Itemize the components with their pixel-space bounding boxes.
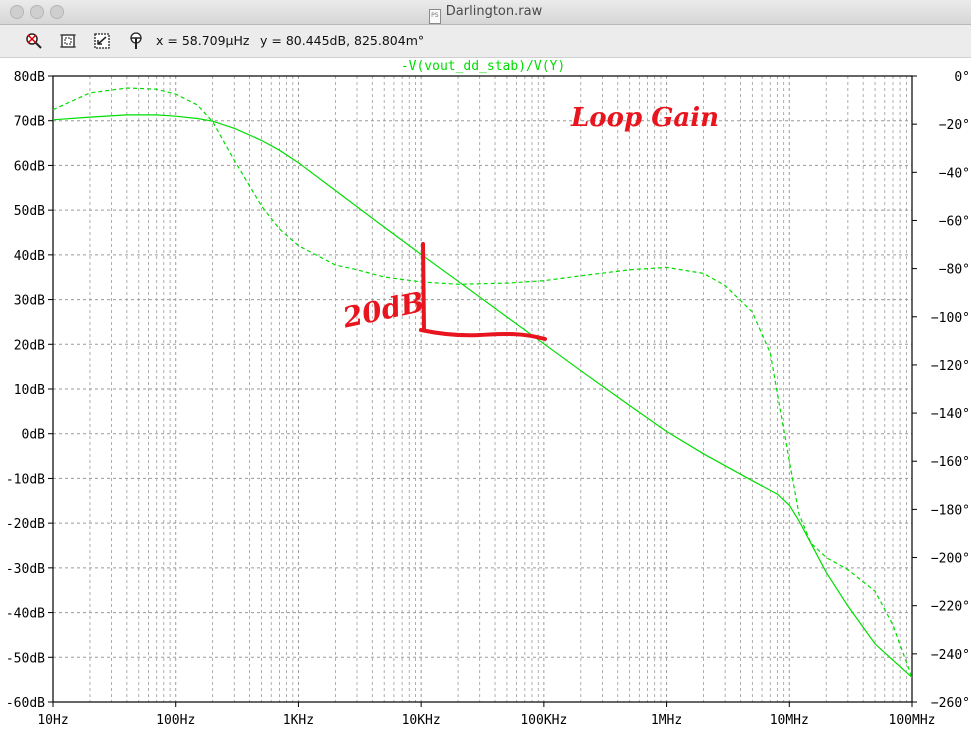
window-title: Darlington.raw (445, 4, 543, 19)
y2-tick-label: −220° (931, 600, 970, 615)
x-tick-label: 10KHz (402, 713, 441, 728)
x-tick-label: 100KHz (520, 713, 567, 728)
y2-tick-label: −20° (939, 118, 970, 133)
cursor-x-readout: x = 58.709µHz (156, 33, 250, 48)
y-tick-label: -20dB (6, 517, 45, 532)
x-tick-label: 1MHz (651, 713, 682, 728)
y-tick-label: 40dB (14, 249, 45, 264)
y2-tick-label: −140° (931, 407, 970, 422)
y-tick-label: 50dB (14, 204, 45, 219)
x-tick-label: 100MHz (889, 713, 936, 728)
y2-tick-label: −240° (931, 648, 970, 663)
y-tick-label: -40dB (6, 607, 45, 622)
zoom-box-button[interactable] (58, 31, 78, 51)
loop-gain-note: Loop Gain (570, 103, 719, 133)
x-tick-label: 10MHz (770, 713, 809, 728)
y-tick-label: 30dB (14, 294, 45, 309)
y-tick-label: 20dB (14, 338, 45, 353)
y-tick-label: 70dB (14, 115, 45, 130)
zoom-full-button[interactable] (24, 31, 44, 51)
y2-tick-label: −200° (931, 552, 970, 567)
y-tick-label: 0dB (22, 428, 46, 443)
y-tick-label: 80dB (14, 70, 45, 85)
y2-tick-label: −180° (931, 503, 970, 518)
bode-plot[interactable]: -V(vout_dd_stab)/V(Y) 10Hz 100Hz 1KHz 10KHz… (0, 58, 971, 732)
y-tick-label: 10dB (14, 383, 45, 398)
title-bar: PS Darlington.raw (0, 0, 971, 25)
trace-title[interactable]: -V(vout_dd_stab)/V(Y) (401, 59, 565, 74)
y2-tick-label: −80° (939, 263, 970, 278)
y2-tick-label: −120° (931, 359, 970, 374)
x-tick-label: 100Hz (156, 713, 195, 728)
y-tick-label: -10dB (6, 472, 45, 487)
probe-cursor-button[interactable] (126, 31, 146, 51)
y2-tick-label: 0° (954, 70, 970, 85)
y2-tick-label: −160° (931, 455, 970, 470)
y2-tick-label: −40° (939, 166, 970, 181)
zoom-back-icon (94, 33, 110, 49)
document-icon: PS (428, 9, 441, 24)
zoom-box-icon (60, 34, 76, 48)
x-tick-label: 1KHz (283, 713, 314, 728)
x-tick-label: 10Hz (37, 713, 68, 728)
zoom-back-button[interactable] (92, 31, 112, 51)
y-tick-label: -60dB (6, 696, 45, 711)
toolbar: x = 58.709µHz y = 80.445dB, 825.804m° (0, 25, 971, 58)
window-title-area: PS Darlington.raw (0, 4, 971, 24)
y2-tick-label: −100° (931, 311, 970, 326)
y2-tick-label: −260° (931, 696, 970, 711)
y-tick-label: -30dB (6, 562, 45, 577)
probe-cursor-icon (130, 32, 142, 49)
zoom-full-icon (26, 33, 42, 49)
y-tick-label: 60dB (14, 159, 45, 174)
y-tick-label: -50dB (6, 651, 45, 666)
y2-tick-label: −60° (939, 214, 970, 229)
cursor-y-readout: y = 80.445dB, 825.804m° (260, 33, 425, 48)
